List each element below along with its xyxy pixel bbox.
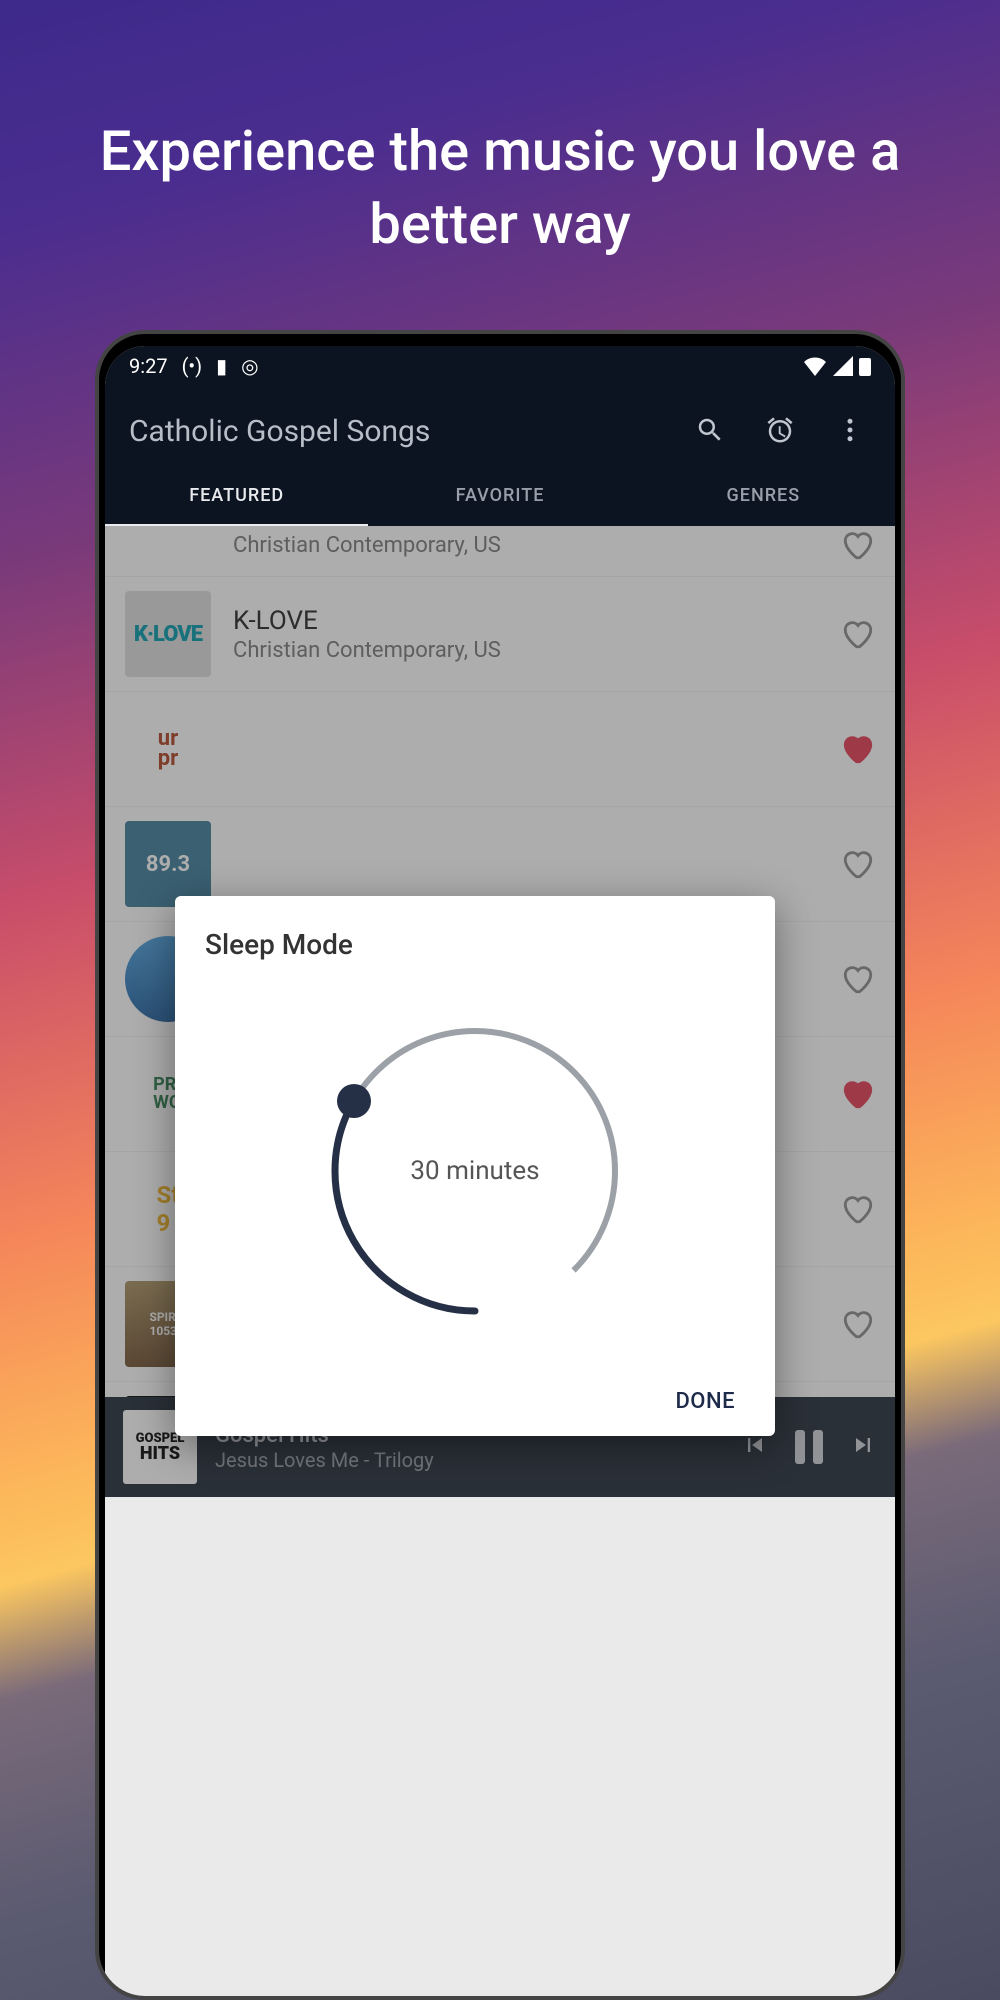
status-bar: 9:27 (•) ▮ ◎ [105, 346, 895, 386]
sleep-mode-dialog: Sleep Mode 30 minutes DONE [175, 896, 775, 1436]
station-meta: Christian Contemporary, US [233, 638, 819, 663]
favorite-toggle[interactable] [841, 732, 875, 766]
dialog-title: Sleep Mode [205, 928, 745, 961]
list-item[interactable]: K·LOVE K-LOVE Christian Contemporary, US [105, 577, 895, 692]
done-button[interactable]: DONE [675, 1389, 735, 1414]
skip-next-icon[interactable] [849, 1431, 877, 1463]
app-header: Catholic Gospel Songs [105, 386, 895, 459]
player-subtitle: Jesus Loves Me - Trilogy [215, 1448, 723, 1472]
broadcast-icon: (•) [182, 354, 203, 378]
station-meta: Christian Contemporary, US [233, 533, 819, 558]
pause-icon[interactable] [795, 1430, 823, 1464]
favorite-toggle[interactable] [841, 528, 875, 562]
more-icon[interactable] [835, 415, 865, 449]
tab-genres[interactable]: GENRES [632, 485, 895, 526]
sd-card-icon: ▮ [216, 354, 227, 378]
station-list-container: Christian Contemporary, US K·LOVE K-LOVE… [105, 526, 895, 1497]
station-logo: 89.3 [125, 821, 211, 907]
marketing-headline: Experience the music you love a better w… [0, 0, 1000, 261]
list-item[interactable]: Christian Contemporary, US [105, 526, 895, 577]
station-logo: K·LOVE [125, 591, 211, 677]
favorite-toggle[interactable] [841, 847, 875, 881]
alarm-icon[interactable] [765, 415, 795, 449]
battery-icon [859, 356, 871, 376]
tab-bar: FEATURED FAVORITE GENRES [105, 459, 895, 526]
list-item[interactable]: urpr [105, 692, 895, 807]
favorite-toggle[interactable] [841, 1307, 875, 1341]
favorite-toggle[interactable] [841, 962, 875, 996]
phone-frame: 9:27 (•) ▮ ◎ Catholic Gospel Songs FEATU… [95, 330, 905, 2000]
sleep-timer-dial[interactable]: 30 minutes [305, 1001, 645, 1341]
station-name: K-LOVE [233, 606, 819, 636]
dnd-icon: ◎ [241, 354, 258, 378]
favorite-toggle[interactable] [841, 1077, 875, 1111]
app-title: Catholic Gospel Songs [129, 414, 430, 449]
station-logo: urpr [125, 706, 211, 792]
search-icon[interactable] [695, 415, 725, 449]
status-time: 9:27 [129, 354, 168, 378]
signal-icon [833, 356, 853, 376]
favorite-toggle[interactable] [841, 617, 875, 651]
tab-favorite[interactable]: FAVORITE [368, 485, 631, 526]
dial-value-label: 30 minutes [410, 1156, 539, 1186]
tab-featured[interactable]: FEATURED [105, 485, 368, 526]
wifi-icon [803, 356, 827, 376]
favorite-toggle[interactable] [841, 1192, 875, 1226]
